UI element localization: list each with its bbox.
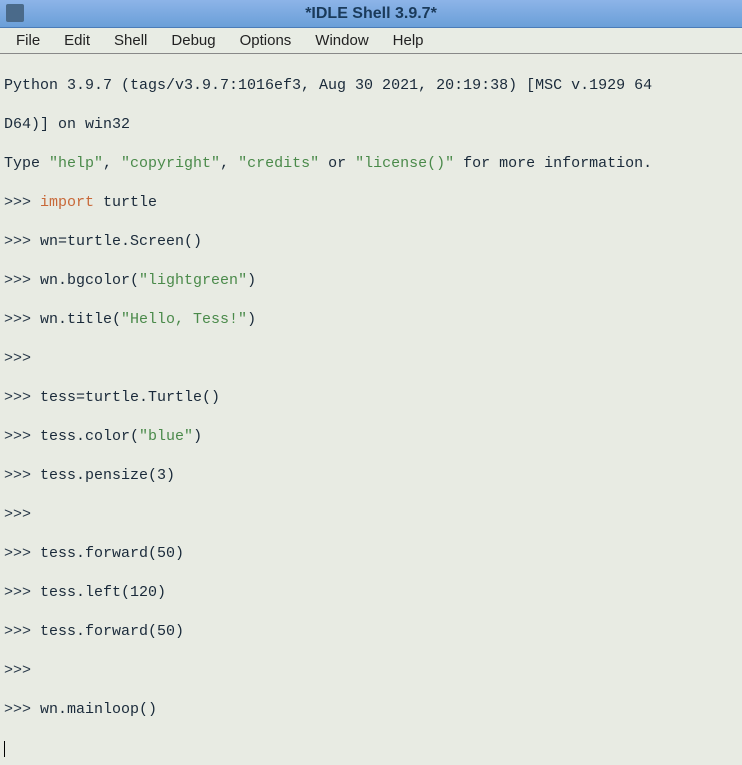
header-line: D64)] on win32 — [4, 115, 738, 135]
header-line: Type "help", "copyright", "credits" or "… — [4, 154, 738, 174]
code-line: >>> tess.forward(50) — [4, 622, 738, 642]
code-line: >>> tess.color("blue") — [4, 427, 738, 447]
code-line: >>> — [4, 349, 738, 369]
code-line: >>> wn.bgcolor("lightgreen") — [4, 271, 738, 291]
code-line: >>> wn.mainloop() — [4, 700, 738, 720]
menubar: File Edit Shell Debug Options Window Hel… — [0, 28, 742, 54]
menu-file[interactable]: File — [4, 30, 52, 51]
shell-content[interactable]: Python 3.9.7 (tags/v3.9.7:1016ef3, Aug 3… — [0, 54, 742, 765]
code-line: >>> — [4, 661, 738, 681]
cursor-line — [4, 739, 738, 759]
menu-shell[interactable]: Shell — [102, 30, 159, 51]
titlebar: *IDLE Shell 3.9.7* — [0, 0, 742, 28]
code-line: >>> import turtle — [4, 193, 738, 213]
menu-window[interactable]: Window — [303, 30, 380, 51]
code-line: >>> tess.pensize(3) — [4, 466, 738, 486]
text-cursor — [4, 741, 5, 757]
code-line: >>> — [4, 505, 738, 525]
code-line: >>> wn=turtle.Screen() — [4, 232, 738, 252]
code-line: >>> tess.left(120) — [4, 583, 738, 603]
code-line: >>> tess=turtle.Turtle() — [4, 388, 738, 408]
menu-options[interactable]: Options — [228, 30, 304, 51]
window-title: *IDLE Shell 3.9.7* — [305, 5, 437, 23]
code-line: >>> wn.title("Hello, Tess!") — [4, 310, 738, 330]
menu-debug[interactable]: Debug — [159, 30, 227, 51]
app-icon — [6, 4, 24, 22]
code-line: >>> tess.forward(50) — [4, 544, 738, 564]
menu-help[interactable]: Help — [381, 30, 436, 51]
header-line: Python 3.9.7 (tags/v3.9.7:1016ef3, Aug 3… — [4, 76, 738, 96]
menu-edit[interactable]: Edit — [52, 30, 102, 51]
